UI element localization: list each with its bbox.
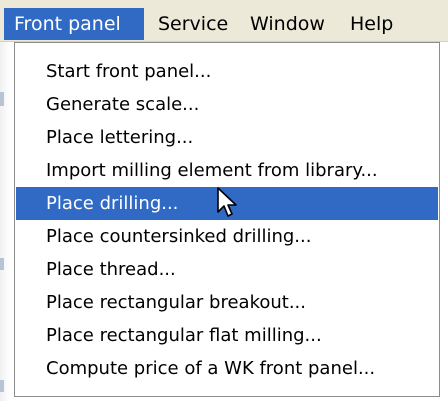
menu-item-place-countersinked-drilling[interactable]: Place countersinked drilling... — [16, 220, 438, 253]
menu-item-import-milling-element[interactable]: Import milling element from library... — [16, 154, 438, 187]
menu-bar: Front panel Service Window Help — [0, 0, 448, 42]
menu-item-place-lettering[interactable]: Place lettering... — [16, 121, 438, 154]
window-edge-mark — [0, 92, 4, 106]
window-edge-mark — [0, 258, 4, 270]
window-edge-mark — [0, 380, 4, 392]
menu-service[interactable]: Service — [148, 8, 238, 40]
menu-front-panel[interactable]: Front panel — [4, 8, 144, 40]
menu-item-compute-price[interactable]: Compute price of a WK front panel... — [16, 352, 438, 385]
menu-item-place-rectangular-flat-milling[interactable]: Place rectangular flat milling... — [16, 319, 438, 352]
menu-item-place-thread[interactable]: Place thread... — [16, 253, 438, 286]
menu-item-place-rectangular-breakout[interactable]: Place rectangular breakout... — [16, 286, 438, 319]
menu-help[interactable]: Help — [340, 8, 410, 40]
menu-window[interactable]: Window — [240, 8, 340, 40]
menu-item-start-front-panel[interactable]: Start front panel... — [16, 55, 438, 88]
menu-item-generate-scale[interactable]: Generate scale... — [16, 88, 438, 121]
arrow-pointer-icon — [217, 187, 237, 217]
application-window: Front panel Service Window Help Start fr… — [0, 0, 448, 401]
